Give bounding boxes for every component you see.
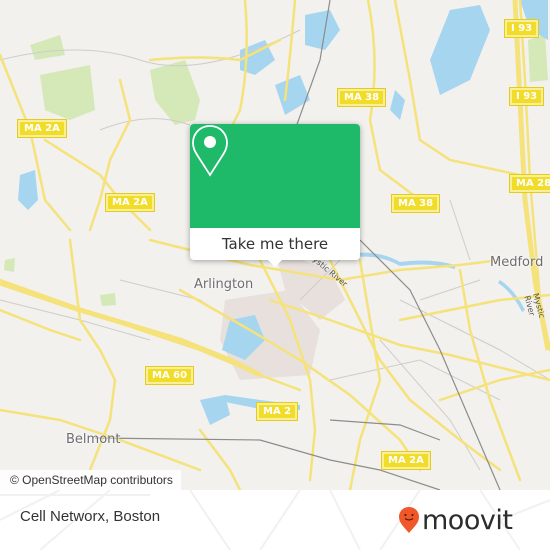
brand-name: moovit bbox=[422, 504, 513, 536]
location-popup: Take me there bbox=[190, 124, 360, 267]
road-shield: MA 38 bbox=[392, 195, 440, 212]
moovit-logo[interactable]: moovit bbox=[398, 500, 513, 540]
moovit-pin-icon bbox=[399, 507, 419, 533]
place-label-arlington: Arlington bbox=[194, 277, 254, 292]
map[interactable]: MA 2A MA 2A MA 38 MA 38 I 93 I 93 MA 28 … bbox=[0, 0, 550, 490]
road-shield: I 93 bbox=[505, 20, 539, 37]
popup-pointer bbox=[266, 258, 284, 267]
place-label-medford: Medford bbox=[490, 255, 544, 270]
location-pin-icon bbox=[192, 125, 228, 177]
road-shield: MA 28 bbox=[510, 175, 550, 192]
footer-bar: Cell Networx, Boston moovit bbox=[0, 490, 550, 550]
popup-header bbox=[190, 124, 360, 228]
road-shield: MA 60 bbox=[146, 367, 194, 384]
map-attribution[interactable]: © OpenStreetMap contributors bbox=[0, 470, 181, 490]
road-shield: MA 2 bbox=[257, 403, 298, 420]
place-name: Cell Networx, Boston bbox=[20, 508, 161, 525]
place-label-belmont: Belmont bbox=[66, 432, 121, 447]
road-shield: MA 2A bbox=[382, 452, 430, 469]
road-shield: MA 38 bbox=[338, 89, 386, 106]
road-shield: MA 2A bbox=[106, 194, 154, 211]
road-shield: MA 2A bbox=[18, 120, 66, 137]
road-shield: I 93 bbox=[510, 88, 544, 105]
take-me-there-button[interactable]: Take me there bbox=[190, 228, 360, 260]
